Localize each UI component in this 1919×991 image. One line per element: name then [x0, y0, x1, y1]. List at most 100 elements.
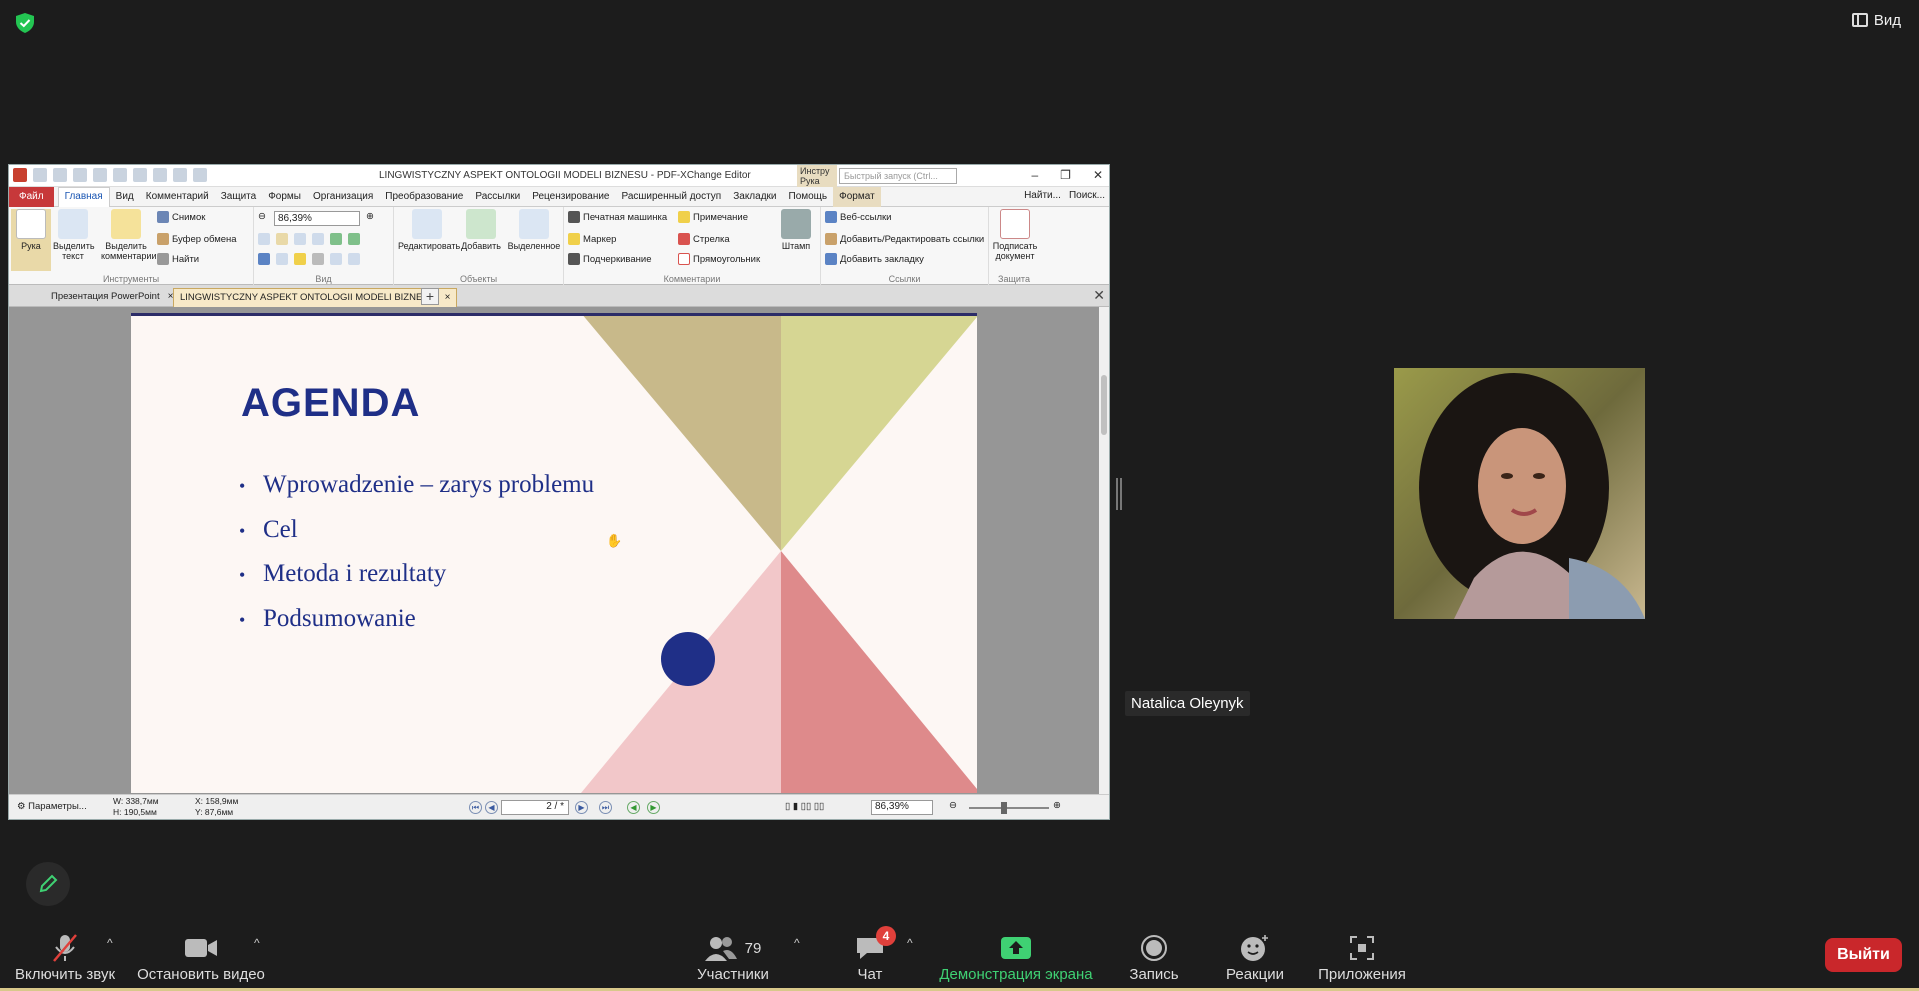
scrollbar-thumb[interactable] [1101, 375, 1107, 435]
snapshot-button[interactable]: Снимок [157, 211, 205, 223]
zoom-slider-knob[interactable] [1001, 802, 1007, 814]
menu-mailings[interactable]: Рассылки [469, 191, 526, 202]
save-icon[interactable] [53, 168, 67, 182]
menu-view[interactable]: Вид [110, 191, 140, 202]
zoom-slider[interactable] [969, 802, 1049, 814]
prev-page-icon[interactable]: ◀ [485, 801, 498, 814]
close-icon[interactable]: ✕ [1093, 168, 1103, 182]
fit-visible-icon[interactable] [312, 233, 324, 245]
comments-icon[interactable] [294, 253, 306, 265]
menu-home[interactable]: Главная [57, 186, 110, 207]
panel-divider-handle[interactable] [1116, 478, 1122, 510]
menu-review[interactable]: Рецензирование [526, 191, 615, 202]
stop-video-button[interactable]: Остановить видео [136, 918, 266, 983]
menu-format[interactable]: Формат [833, 186, 881, 207]
typewriter-button[interactable]: Печатная машинка [568, 211, 667, 223]
menu-protect[interactable]: Защита [215, 191, 262, 202]
apps-button[interactable]: Приложения [1312, 918, 1412, 983]
marker-button[interactable]: Маркер [568, 233, 616, 245]
participants-button[interactable]: 79 Участники [690, 918, 776, 983]
audio-options-caret-icon[interactable]: ^ [107, 936, 113, 950]
history-forward-icon[interactable]: ▶ [647, 801, 660, 814]
status-zoom-out-icon[interactable]: ⊖ [949, 800, 957, 811]
undo-icon[interactable] [133, 168, 147, 182]
menu-comment[interactable]: Комментарий [140, 191, 215, 202]
page-layout-icons[interactable]: ▯ ▮ ▯▯ ▯▯ [785, 801, 824, 812]
menu-forms[interactable]: Формы [262, 191, 307, 202]
print-icon[interactable] [73, 168, 87, 182]
menu-share[interactable]: Расширенный доступ [615, 191, 727, 202]
redo-icon[interactable] [153, 168, 167, 182]
add-bookmark-button[interactable]: Добавить закладку [825, 253, 924, 265]
forward-icon[interactable] [193, 168, 207, 182]
clipboard-button[interactable]: Буфер обмена [157, 233, 237, 245]
menu-organize[interactable]: Организация [307, 191, 379, 202]
add-edit-links-button[interactable]: Добавить/Редактировать ссылки [825, 233, 984, 245]
zoom-in-icon[interactable]: ⊕ [366, 211, 374, 222]
restore-icon[interactable]: ❐ [1060, 168, 1071, 182]
select-text-button[interactable]: Выделить текст [53, 209, 95, 261]
status-zoom-in-icon[interactable]: ⊕ [1053, 800, 1061, 811]
open-icon[interactable] [33, 168, 47, 182]
next-page-icon[interactable]: ▶ [575, 801, 588, 814]
zoom-input[interactable]: 86,39% [274, 211, 360, 226]
back-icon[interactable] [173, 168, 187, 182]
first-page-icon[interactable]: ⏮ [469, 801, 482, 814]
parameters-button[interactable]: ⚙ Параметры... [17, 801, 87, 812]
close-documents-icon[interactable]: ✕ [1093, 287, 1105, 304]
edit-button[interactable]: Редактировать [398, 209, 460, 251]
leave-button[interactable]: Выйти [1825, 938, 1902, 972]
arrow-button[interactable]: Стрелка [678, 233, 730, 245]
fit-page-icon[interactable] [276, 233, 288, 245]
tab-close-icon[interactable]: × [445, 292, 451, 303]
view-button[interactable]: Вид [1851, 8, 1901, 32]
attachments-icon[interactable] [312, 253, 324, 265]
page-number-input[interactable]: 2 / * [501, 800, 569, 815]
tab-powerpoint[interactable]: Презентация PowerPoint × [45, 288, 179, 307]
record-button[interactable]: Запись [1124, 918, 1184, 983]
vertical-scrollbar[interactable] [1099, 307, 1109, 794]
reactions-button[interactable]: Реакции [1218, 918, 1292, 983]
find-tool-button[interactable]: Найти [157, 253, 199, 265]
annotate-button[interactable] [26, 862, 70, 906]
rotate-right-icon[interactable] [348, 233, 360, 245]
selected-button[interactable]: Выделенное [506, 209, 562, 251]
last-page-icon[interactable]: ⏭ [599, 801, 612, 814]
chat-caret-icon[interactable]: ^ [907, 936, 913, 950]
minimize-icon[interactable]: – [1031, 168, 1038, 182]
rotate-left-icon[interactable] [330, 233, 342, 245]
pages-icon[interactable] [276, 253, 288, 265]
security-shield-icon[interactable] [14, 12, 36, 34]
video-options-caret-icon[interactable]: ^ [254, 936, 260, 950]
fit-width-icon[interactable] [294, 233, 306, 245]
shared-screen-pdf-editor[interactable]: LINGWISTYCZNY ASPEKT ONTOLOGII MODELI BI… [8, 164, 1110, 820]
menu-bookmarks[interactable]: Закладки [727, 191, 782, 202]
history-back-icon[interactable]: ◀ [627, 801, 640, 814]
status-zoom-input[interactable]: 86,39% [871, 800, 933, 815]
menu-file[interactable]: Файл [9, 186, 54, 207]
document-viewer[interactable]: AGENDA • Wprowadzenie – zarys problemu • C… [9, 307, 1109, 794]
properties-icon[interactable] [330, 253, 342, 265]
bookmark-icon[interactable] [258, 253, 270, 265]
tab-lingwistyczny[interactable]: LINGWISTYCZNY ASPEKT ONTOLOGII MODELI BI… [173, 288, 458, 307]
actual-size-icon[interactable] [258, 233, 270, 245]
tools-context-tab[interactable]: Инстру Рука [797, 165, 837, 187]
search-button[interactable]: Поиск... [1069, 190, 1105, 201]
hand-tool-button[interactable]: Рука [11, 209, 51, 271]
note-button[interactable]: Примечание [678, 211, 748, 223]
participants-caret-icon[interactable]: ^ [794, 936, 800, 950]
find-button[interactable]: Найти... [1024, 190, 1061, 201]
quick-launch-input[interactable]: Быстрый запуск (Ctrl... [839, 168, 957, 184]
email-icon[interactable] [93, 168, 107, 182]
share-screen-button[interactable]: Демонстрация экрана [930, 918, 1102, 983]
menu-convert[interactable]: Преобразование [379, 191, 469, 202]
underline-button[interactable]: Подчеркивание [568, 253, 652, 265]
new-tab-button[interactable]: + [421, 288, 439, 305]
unmute-button[interactable]: Включить звук [10, 918, 120, 983]
sign-document-button[interactable]: Подписать документ [991, 209, 1039, 261]
add-button[interactable]: Добавить [458, 209, 504, 251]
zoom-out-icon[interactable]: ⊖ [258, 211, 266, 222]
scan-icon[interactable] [113, 168, 127, 182]
select-comments-button[interactable]: Выделить комментарии [101, 209, 156, 261]
layers-icon[interactable] [348, 253, 360, 265]
